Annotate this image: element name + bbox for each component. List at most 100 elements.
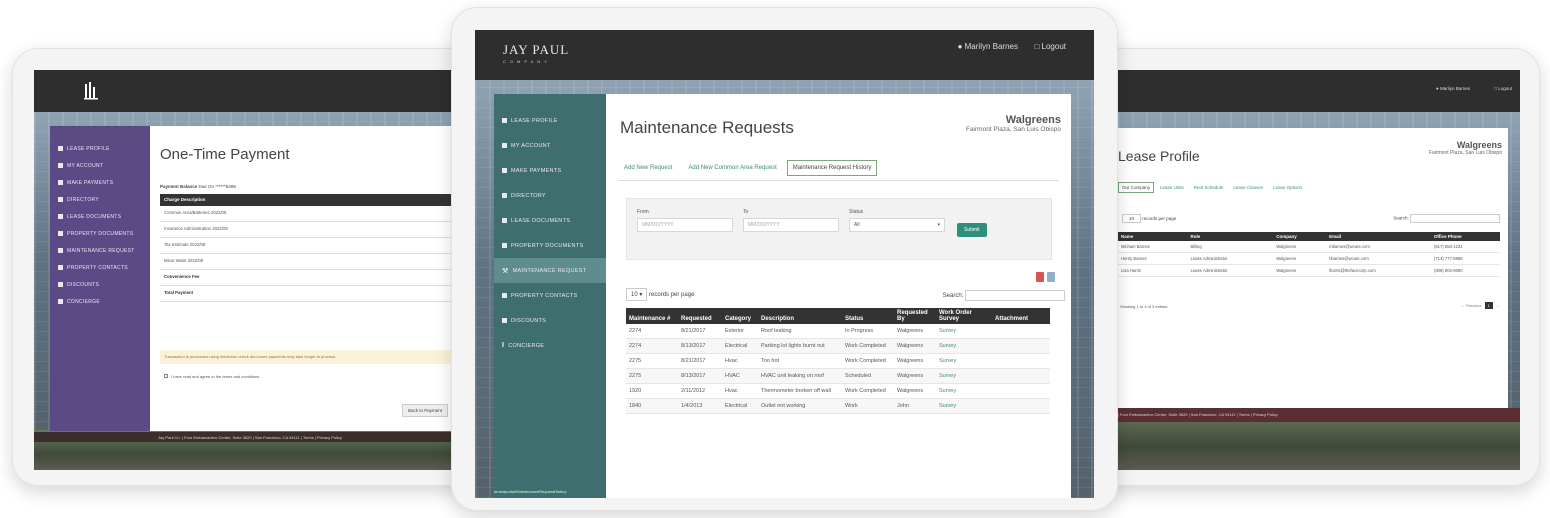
center-topbar: JAY PAUL COMPANY ● Marilyn Barnes □ Logo…: [475, 30, 1094, 80]
from-date-input[interactable]: MM/DD/YYYY: [637, 218, 733, 232]
left-side-lease-documents[interactable]: Lease Documents: [58, 208, 150, 225]
contacts-table: Name Role Company Email Office Phone Mic…: [1118, 232, 1500, 277]
tab-request-history[interactable]: Maintenance Request History: [786, 160, 878, 176]
tab-lease-options[interactable]: Lease Options: [1269, 182, 1306, 193]
center-side-directory[interactable]: Directory: [502, 183, 606, 208]
to-date-input[interactable]: MM/DD/YYYY: [743, 218, 839, 232]
user-icon: ●: [957, 42, 965, 51]
survey-link[interactable]: Survey: [936, 353, 992, 369]
left-topbar: [34, 70, 466, 112]
charge-row: Common Area/Batteries 2022/08: [160, 208, 460, 222]
right-per-page[interactable]: 10 records per page: [1122, 214, 1176, 223]
next-page-button[interactable]: →: [1496, 303, 1500, 308]
payment-icon: [502, 168, 507, 173]
col-requested[interactable]: Requested: [678, 308, 722, 324]
col-status[interactable]: Status: [842, 308, 894, 324]
center-user[interactable]: ● Marilyn Barnes: [958, 42, 1018, 51]
survey-link[interactable]: Survey: [936, 324, 992, 339]
status-select[interactable]: All ▾: [849, 218, 945, 232]
checkbox-icon[interactable]: [164, 374, 168, 378]
left-side-my-account[interactable]: My Account: [58, 157, 150, 174]
right-user[interactable]: ● Marilyn Barnes: [1436, 86, 1470, 91]
center-side-make-payments[interactable]: Make Payments: [502, 158, 606, 183]
home-icon: [58, 146, 63, 151]
center-side-lease-documents[interactable]: Lease Documents: [502, 208, 606, 233]
tab-add-common-area-request[interactable]: Add New Common Area Request: [682, 160, 782, 176]
col-name[interactable]: Name: [1118, 232, 1188, 241]
left-side-discounts[interactable]: Discounts: [58, 276, 150, 293]
contacts-icon: [58, 265, 63, 270]
back-to-payment-button[interactable]: Back to Payment: [402, 404, 449, 417]
tab-lease-units[interactable]: Lease Units: [1156, 182, 1188, 193]
lease-profile-title: Lease Profile: [1118, 148, 1200, 164]
center-side-concierge[interactable]: i Concierge: [502, 333, 606, 358]
col-role[interactable]: Role: [1187, 232, 1274, 241]
center-screen: JAY PAUL COMPANY ● Marilyn Barnes □ Logo…: [475, 30, 1094, 498]
table-row: 2274 8/21/2017 Exterior Roof leaking In Prog…: [626, 324, 1050, 339]
col-attachment[interactable]: Attachment: [992, 308, 1050, 324]
charge-header: Charge Description: [160, 194, 460, 206]
right-footer: Jay Paul Co. | Four Embarcadero Center, …: [1090, 408, 1520, 422]
right-search-input[interactable]: [1410, 214, 1500, 223]
center-side-discounts[interactable]: Discounts: [502, 308, 606, 333]
tab-lease-clauses[interactable]: Lease Clauses: [1229, 182, 1267, 193]
center-side-lease-profile[interactable]: Lease Profile: [502, 108, 606, 133]
center-search-input[interactable]: [965, 290, 1065, 301]
col-company[interactable]: Company: [1273, 232, 1327, 241]
left-side-concierge[interactable]: Concierge: [58, 293, 150, 310]
wrench-icon: [58, 248, 63, 253]
left-screen: Lease Profile My Account Make Payments D…: [34, 70, 466, 470]
to-group: To MM/DD/YYYY: [743, 209, 839, 232]
left-side-maintenance[interactable]: Maintenance Request: [58, 242, 150, 259]
per-page-select[interactable]: 10: [1122, 214, 1142, 223]
charge-row: Minor Maint 2022/08: [160, 256, 460, 270]
col-category[interactable]: Category: [722, 308, 758, 324]
left-side-property-contacts[interactable]: Property Contacts: [58, 259, 150, 276]
center-side-my-account[interactable]: My Account: [502, 133, 606, 158]
center-side-property-contacts[interactable]: Property Contacts: [502, 283, 606, 308]
center-side-maintenance[interactable]: ⚒ Maintenance Request: [494, 258, 616, 283]
center-side-property-documents[interactable]: Property Documents: [502, 233, 606, 258]
table-row: 2275 8/13/2017 HVAC HVAC unit leaking on ro…: [626, 368, 1050, 384]
center-per-page: 10 ▾ records per page: [626, 288, 694, 301]
document-icon: [502, 218, 507, 223]
left-side-directory[interactable]: Directory: [58, 191, 150, 208]
tab-rent-schedule[interactable]: Rent Schedule: [1190, 182, 1228, 193]
col-office-phone[interactable]: Office Phone: [1430, 232, 1500, 241]
tabs-divider: [618, 180, 1059, 181]
col-maintenance-number[interactable]: Maintenance #: [626, 308, 678, 324]
center-logout[interactable]: □ Logout: [1034, 42, 1066, 51]
right-tenant: Walgreens Fairmont Plaza, San Luis Obisp…: [1428, 140, 1502, 156]
directory-icon: [58, 197, 63, 202]
submit-button[interactable]: Submit: [957, 223, 987, 237]
agree-terms[interactable]: I have read and agree to the terms and c…: [164, 374, 260, 379]
page-1-button[interactable]: 1: [1484, 302, 1493, 309]
survey-link[interactable]: Survey: [936, 338, 992, 354]
right-content-panel: Lease Profile Walgreens Fairmont Plaza, …: [1114, 128, 1508, 408]
survey-link[interactable]: Survey: [936, 398, 992, 414]
per-page-select[interactable]: 10 ▾: [626, 288, 648, 301]
col-description[interactable]: Description: [758, 308, 842, 324]
pdf-icon[interactable]: [1036, 272, 1044, 282]
col-work-order-survey[interactable]: Work Order Survey: [936, 308, 992, 324]
tab-our-company[interactable]: Our Company: [1118, 182, 1155, 193]
payment-balance: Payment Balance Due On ******6495: [160, 184, 236, 189]
excel-icon[interactable]: [1047, 272, 1055, 282]
col-email[interactable]: Email: [1326, 232, 1431, 241]
col-requested-by[interactable]: Requested By: [894, 308, 936, 324]
left-side-make-payments[interactable]: Make Payments: [58, 174, 150, 191]
tab-add-new-request[interactable]: Add New Request: [618, 160, 678, 176]
left-side-property-documents[interactable]: Property Documents: [58, 225, 150, 242]
prev-page-button[interactable]: ← Previous: [1461, 303, 1482, 308]
center-tabs: Add New Request Add New Common Area Requ…: [618, 160, 878, 176]
survey-link[interactable]: Survey: [936, 368, 992, 384]
charge-row: Tax Estimate 2022/08: [160, 240, 460, 254]
survey-link[interactable]: Survey: [936, 383, 992, 399]
center-search: Search:: [943, 290, 1065, 301]
jay-paul-logo[interactable]: JAY PAUL COMPANY: [503, 42, 569, 64]
right-logout[interactable]: □ Logout: [1494, 86, 1512, 91]
document-icon: [58, 214, 63, 219]
page-title: Maintenance Requests: [620, 118, 794, 137]
showing-entries: Showing 1 to 3 of 3 entries: [1120, 304, 1168, 309]
left-side-lease-profile[interactable]: Lease Profile: [58, 140, 150, 157]
